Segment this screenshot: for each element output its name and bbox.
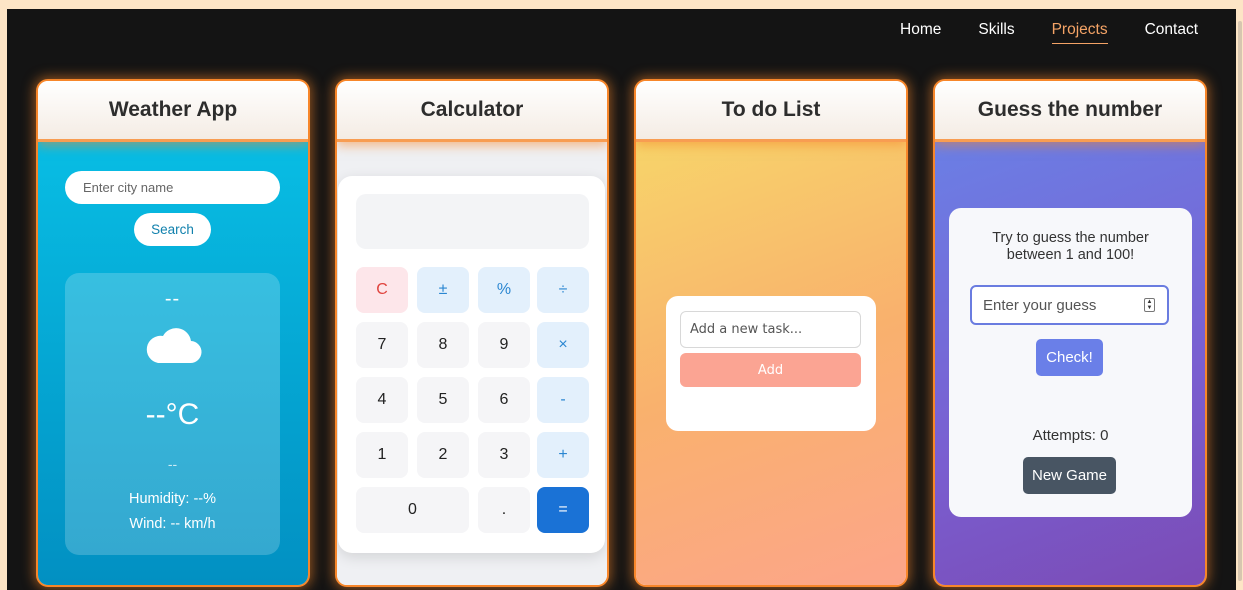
wind: Wind: -- km/h xyxy=(129,516,216,532)
card-header: Guess the number xyxy=(935,81,1205,142)
equals-button[interactable]: = xyxy=(537,487,589,533)
nav-skills[interactable]: Skills xyxy=(978,21,1014,44)
digit-2-button[interactable]: 2 xyxy=(417,432,469,478)
card-title: Weather App xyxy=(108,98,238,121)
digit-5-button[interactable]: 5 xyxy=(417,377,469,423)
attempts-counter: Attempts: 0 xyxy=(1032,427,1109,444)
sign-toggle-button[interactable]: ± xyxy=(417,267,469,313)
city-input[interactable] xyxy=(65,171,280,204)
temperature: --°C xyxy=(145,398,200,431)
todo-list-body: Add xyxy=(636,142,906,585)
guess-number-body: Try to guess the number between 1 and 10… xyxy=(935,142,1205,585)
guess-input[interactable]: Enter your guess ▲ ▼ xyxy=(970,285,1169,325)
todo-list-card: To do List Add xyxy=(634,79,908,587)
digit-8-button[interactable]: 8 xyxy=(417,322,469,368)
digit-9-button[interactable]: 9 xyxy=(478,322,530,368)
divide-button[interactable]: ÷ xyxy=(537,267,589,313)
check-button[interactable]: Check! xyxy=(1036,339,1103,376)
city-name: -- xyxy=(164,288,181,310)
todo-panel: Add xyxy=(666,296,876,431)
clear-button[interactable]: C xyxy=(356,267,408,313)
guess-number-card: Guess the number Try to guess the number… xyxy=(933,79,1207,587)
calculator-body: C ± % ÷ 7 8 9 × 4 5 6 - 1 2 3 + 0 . = xyxy=(337,142,607,585)
task-input[interactable] xyxy=(680,311,861,348)
multiply-button[interactable]: × xyxy=(537,322,589,368)
digit-0-button[interactable]: 0 xyxy=(356,487,469,533)
card-title: Guess the number xyxy=(977,98,1163,121)
add-task-button[interactable]: Add xyxy=(680,353,861,387)
weather-info-panel: -- --°C -- Humidity: --% Wind: -- km/h xyxy=(65,273,280,555)
card-header: Weather App xyxy=(38,81,308,142)
scrollbar[interactable] xyxy=(1236,9,1243,590)
page: Home Skills Projects Contact Weather App… xyxy=(7,9,1236,590)
minus-button[interactable]: - xyxy=(537,377,589,423)
weather-app-body: Search -- --°C -- Humidity: --% Wind: --… xyxy=(38,142,308,585)
card-header: Calculator xyxy=(337,81,607,142)
spinner-icon[interactable]: ▲ ▼ xyxy=(1144,298,1155,312)
digit-3-button[interactable]: 3 xyxy=(478,432,530,478)
nav-home[interactable]: Home xyxy=(900,21,941,44)
guess-panel: Try to guess the number between 1 and 10… xyxy=(949,208,1192,517)
digit-6-button[interactable]: 6 xyxy=(478,377,530,423)
calculator-card: Calculator C ± % ÷ 7 8 9 × 4 5 6 - 1 2 3… xyxy=(335,79,609,587)
weather-app-card: Weather App Search -- --°C -- Humidity: … xyxy=(36,79,310,587)
humidity: Humidity: --% xyxy=(128,491,216,507)
top-nav: Home Skills Projects Contact xyxy=(900,21,1198,44)
card-title: To do List xyxy=(721,98,821,121)
digit-1-button[interactable]: 1 xyxy=(356,432,408,478)
search-button[interactable]: Search xyxy=(134,213,211,246)
scrollbar-thumb[interactable] xyxy=(1238,21,1242,581)
weather-description: -- xyxy=(167,456,178,472)
decimal-button[interactable]: . xyxy=(478,487,530,533)
guess-input-placeholder: Enter your guess xyxy=(983,297,1097,314)
nav-contact[interactable]: Contact xyxy=(1145,21,1198,44)
card-header: To do List xyxy=(636,81,906,142)
new-game-button[interactable]: New Game xyxy=(1023,457,1116,494)
calculator-panel: C ± % ÷ 7 8 9 × 4 5 6 - 1 2 3 + 0 . = xyxy=(338,176,605,553)
calculator-display xyxy=(356,194,589,249)
card-title: Calculator xyxy=(420,98,524,121)
percent-button[interactable]: % xyxy=(478,267,530,313)
digit-7-button[interactable]: 7 xyxy=(356,322,408,368)
nav-projects[interactable]: Projects xyxy=(1051,21,1108,44)
guess-prompt: Try to guess the number between 1 and 10… xyxy=(992,230,1149,263)
plus-button[interactable]: + xyxy=(537,432,589,478)
digit-4-button[interactable]: 4 xyxy=(356,377,408,423)
cloud-icon xyxy=(146,328,202,364)
